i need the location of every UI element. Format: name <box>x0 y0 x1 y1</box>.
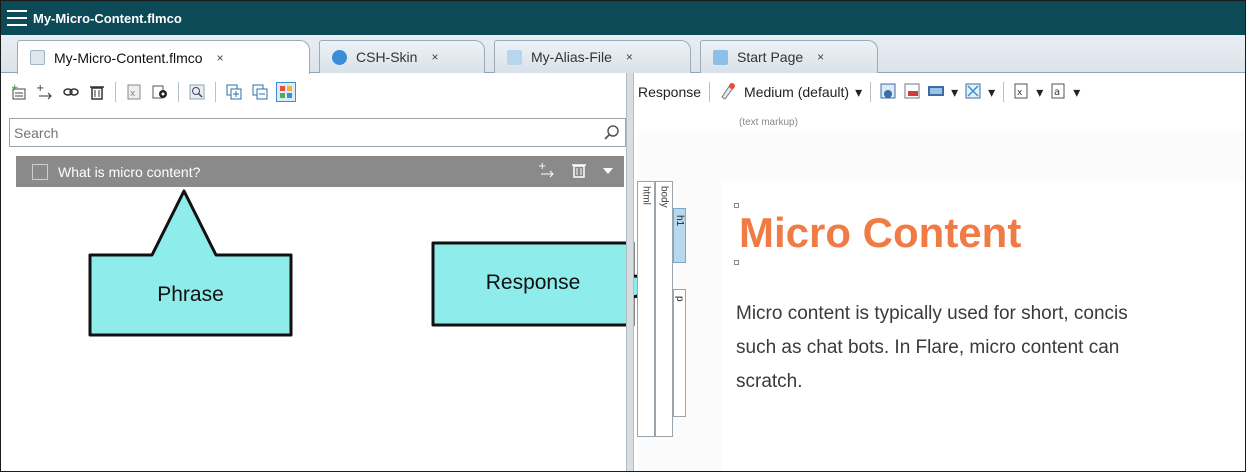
structure-label-html: html <box>640 186 652 205</box>
structure-label-h1: h1 <box>674 215 685 227</box>
insert-object-icon[interactable] <box>964 82 982 103</box>
resize-handle[interactable] <box>734 203 739 208</box>
resize-handle[interactable] <box>734 260 739 265</box>
paragraph-line: Micro content is typically used for shor… <box>736 303 1128 324</box>
response-toolbar: Response Medium (default) ▾ ▾ ▾ x ▾ a ▾ <box>638 79 1080 105</box>
structure-label-p: p <box>674 296 685 302</box>
toolbar-separator <box>1003 82 1005 102</box>
response-label: Response <box>638 84 702 100</box>
structure-bar-h1[interactable]: h1 <box>673 208 686 263</box>
chevron-down-icon[interactable]: ▾ <box>1073 84 1080 101</box>
structure-bar-p[interactable]: p <box>673 289 686 417</box>
toolbar-separator <box>870 82 872 102</box>
chevron-down-icon[interactable]: ▾ <box>855 84 862 101</box>
insert-image-icon[interactable] <box>879 82 897 103</box>
chevron-down-icon[interactable]: ▾ <box>951 84 958 101</box>
pane-splitter[interactable] <box>626 73 634 471</box>
response-callout-label: Response <box>485 271 581 294</box>
heading-micro-content[interactable]: Micro Content <box>739 209 1021 257</box>
structure-bar-body[interactable]: body <box>655 181 673 437</box>
insert-variable-icon[interactable]: x <box>1012 82 1030 103</box>
chevron-down-icon[interactable]: ▾ <box>988 84 995 101</box>
paragraph-line: scratch. <box>736 371 803 392</box>
svg-text:a: a <box>1054 87 1060 98</box>
style-picker-icon[interactable] <box>718 81 738 104</box>
phrase-callout-label: Phrase <box>157 283 224 306</box>
phrase-callout-shape <box>88 189 293 337</box>
paragraph-line: such as chat bots. In Flare, micro conte… <box>736 337 1120 358</box>
insert-multimedia-icon[interactable] <box>927 82 945 103</box>
application-window: My-Micro-Content.flmco My-Micro-Content.… <box>0 0 1246 472</box>
svg-text:x: x <box>1017 88 1023 98</box>
style-dropdown[interactable]: Medium (default) <box>744 84 849 100</box>
chevron-down-icon[interactable]: ▾ <box>1036 84 1043 101</box>
structure-bar-html[interactable]: html <box>637 181 655 437</box>
text-markup-hint: (text markup) <box>739 117 798 128</box>
response-paragraph[interactable]: Micro content is typically used for shor… <box>736 297 1245 399</box>
insert-snippet-icon[interactable] <box>903 82 921 103</box>
structure-label-body: body <box>658 186 670 208</box>
toolbar-separator <box>709 82 711 102</box>
insert-text-icon[interactable]: a <box>1049 82 1067 103</box>
